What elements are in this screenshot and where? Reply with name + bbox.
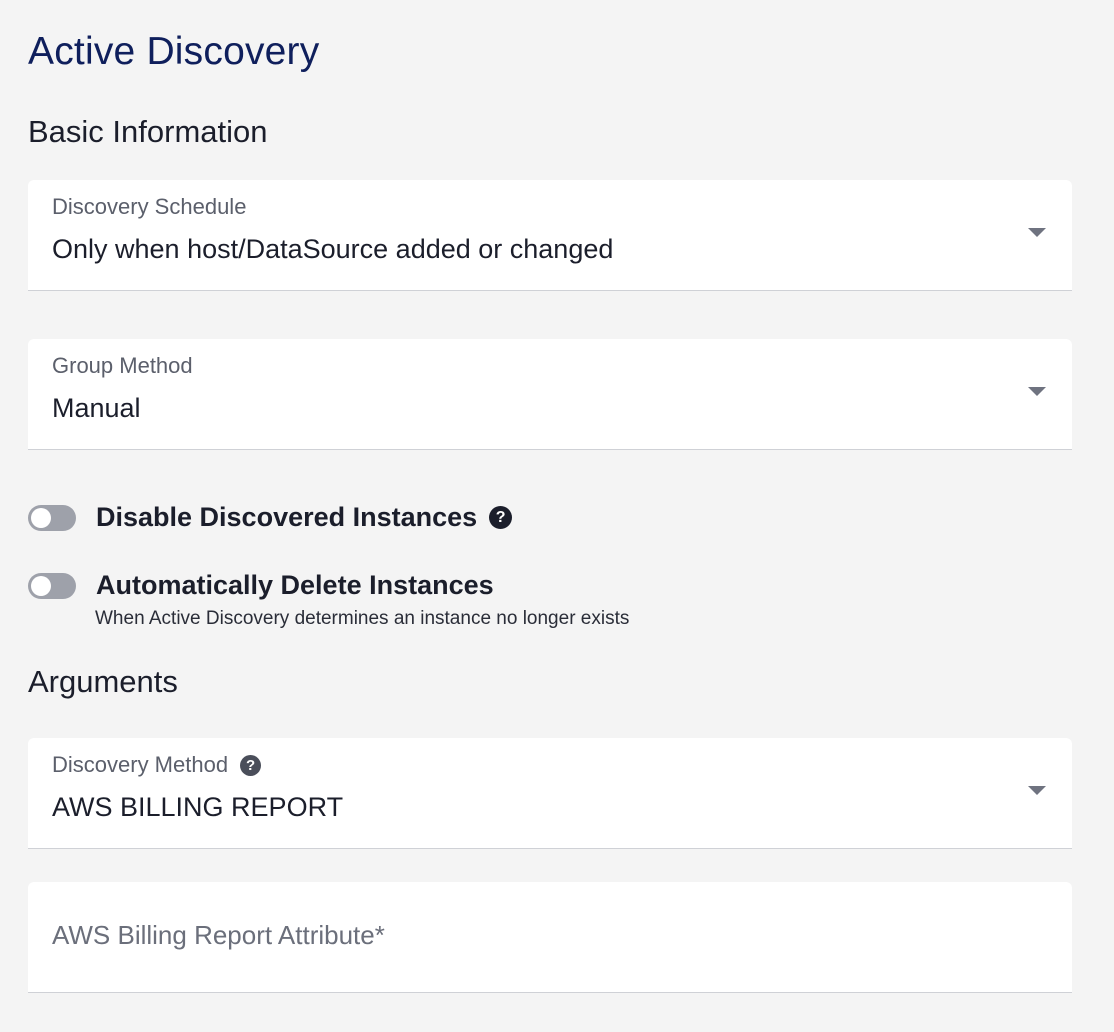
aws-billing-report-attribute-label: AWS Billing Report Attribute*	[52, 920, 385, 950]
discovery-method-value: AWS BILLING REPORT	[52, 792, 344, 822]
group-method-label: Group Method	[52, 353, 193, 378]
discovery-method-select[interactable]: Discovery Method ? AWS BILLING REPORT	[28, 738, 1072, 849]
auto-delete-instances-description: When Active Discovery determines an inst…	[95, 608, 630, 629]
question-circle-icon[interactable]: ?	[240, 754, 262, 776]
caret-down-icon[interactable]	[1028, 228, 1046, 237]
question-circle-icon[interactable]: ?	[489, 506, 513, 529]
page-title: Active Discovery	[28, 30, 320, 73]
discovery-method-label-group: Discovery Method ?	[52, 752, 262, 778]
caret-down-icon[interactable]	[1028, 786, 1046, 795]
group-method-value: Manual	[52, 393, 141, 423]
discovery-method-label: Discovery Method	[52, 752, 229, 777]
section-title-arguments: Arguments	[28, 664, 178, 699]
disable-discovered-instances-toggle[interactable]	[28, 504, 76, 531]
aws-billing-report-attribute-input[interactable]: AWS Billing Report Attribute*	[28, 882, 1072, 993]
auto-delete-instances-label: Automatically Delete Instances	[96, 570, 494, 600]
group-method-select[interactable]: Group Method Manual	[28, 339, 1072, 450]
section-title-basic-information: Basic Information	[28, 114, 268, 149]
discovery-schedule-value: Only when host/DataSource added or chang…	[52, 234, 614, 264]
disable-discovered-instances-row: Disable Discovered Instances ?	[28, 502, 513, 533]
toggle-knob	[31, 507, 51, 528]
auto-delete-instances-toggle[interactable]	[28, 572, 76, 599]
disable-discovered-instances-label: Disable Discovered Instances	[96, 502, 478, 532]
discovery-schedule-select[interactable]: Discovery Schedule Only when host/DataSo…	[28, 180, 1072, 291]
auto-delete-instances-row: Automatically Delete Instances	[28, 570, 494, 601]
discovery-schedule-label: Discovery Schedule	[52, 194, 247, 219]
caret-down-icon[interactable]	[1028, 387, 1046, 396]
toggle-knob	[31, 575, 51, 596]
